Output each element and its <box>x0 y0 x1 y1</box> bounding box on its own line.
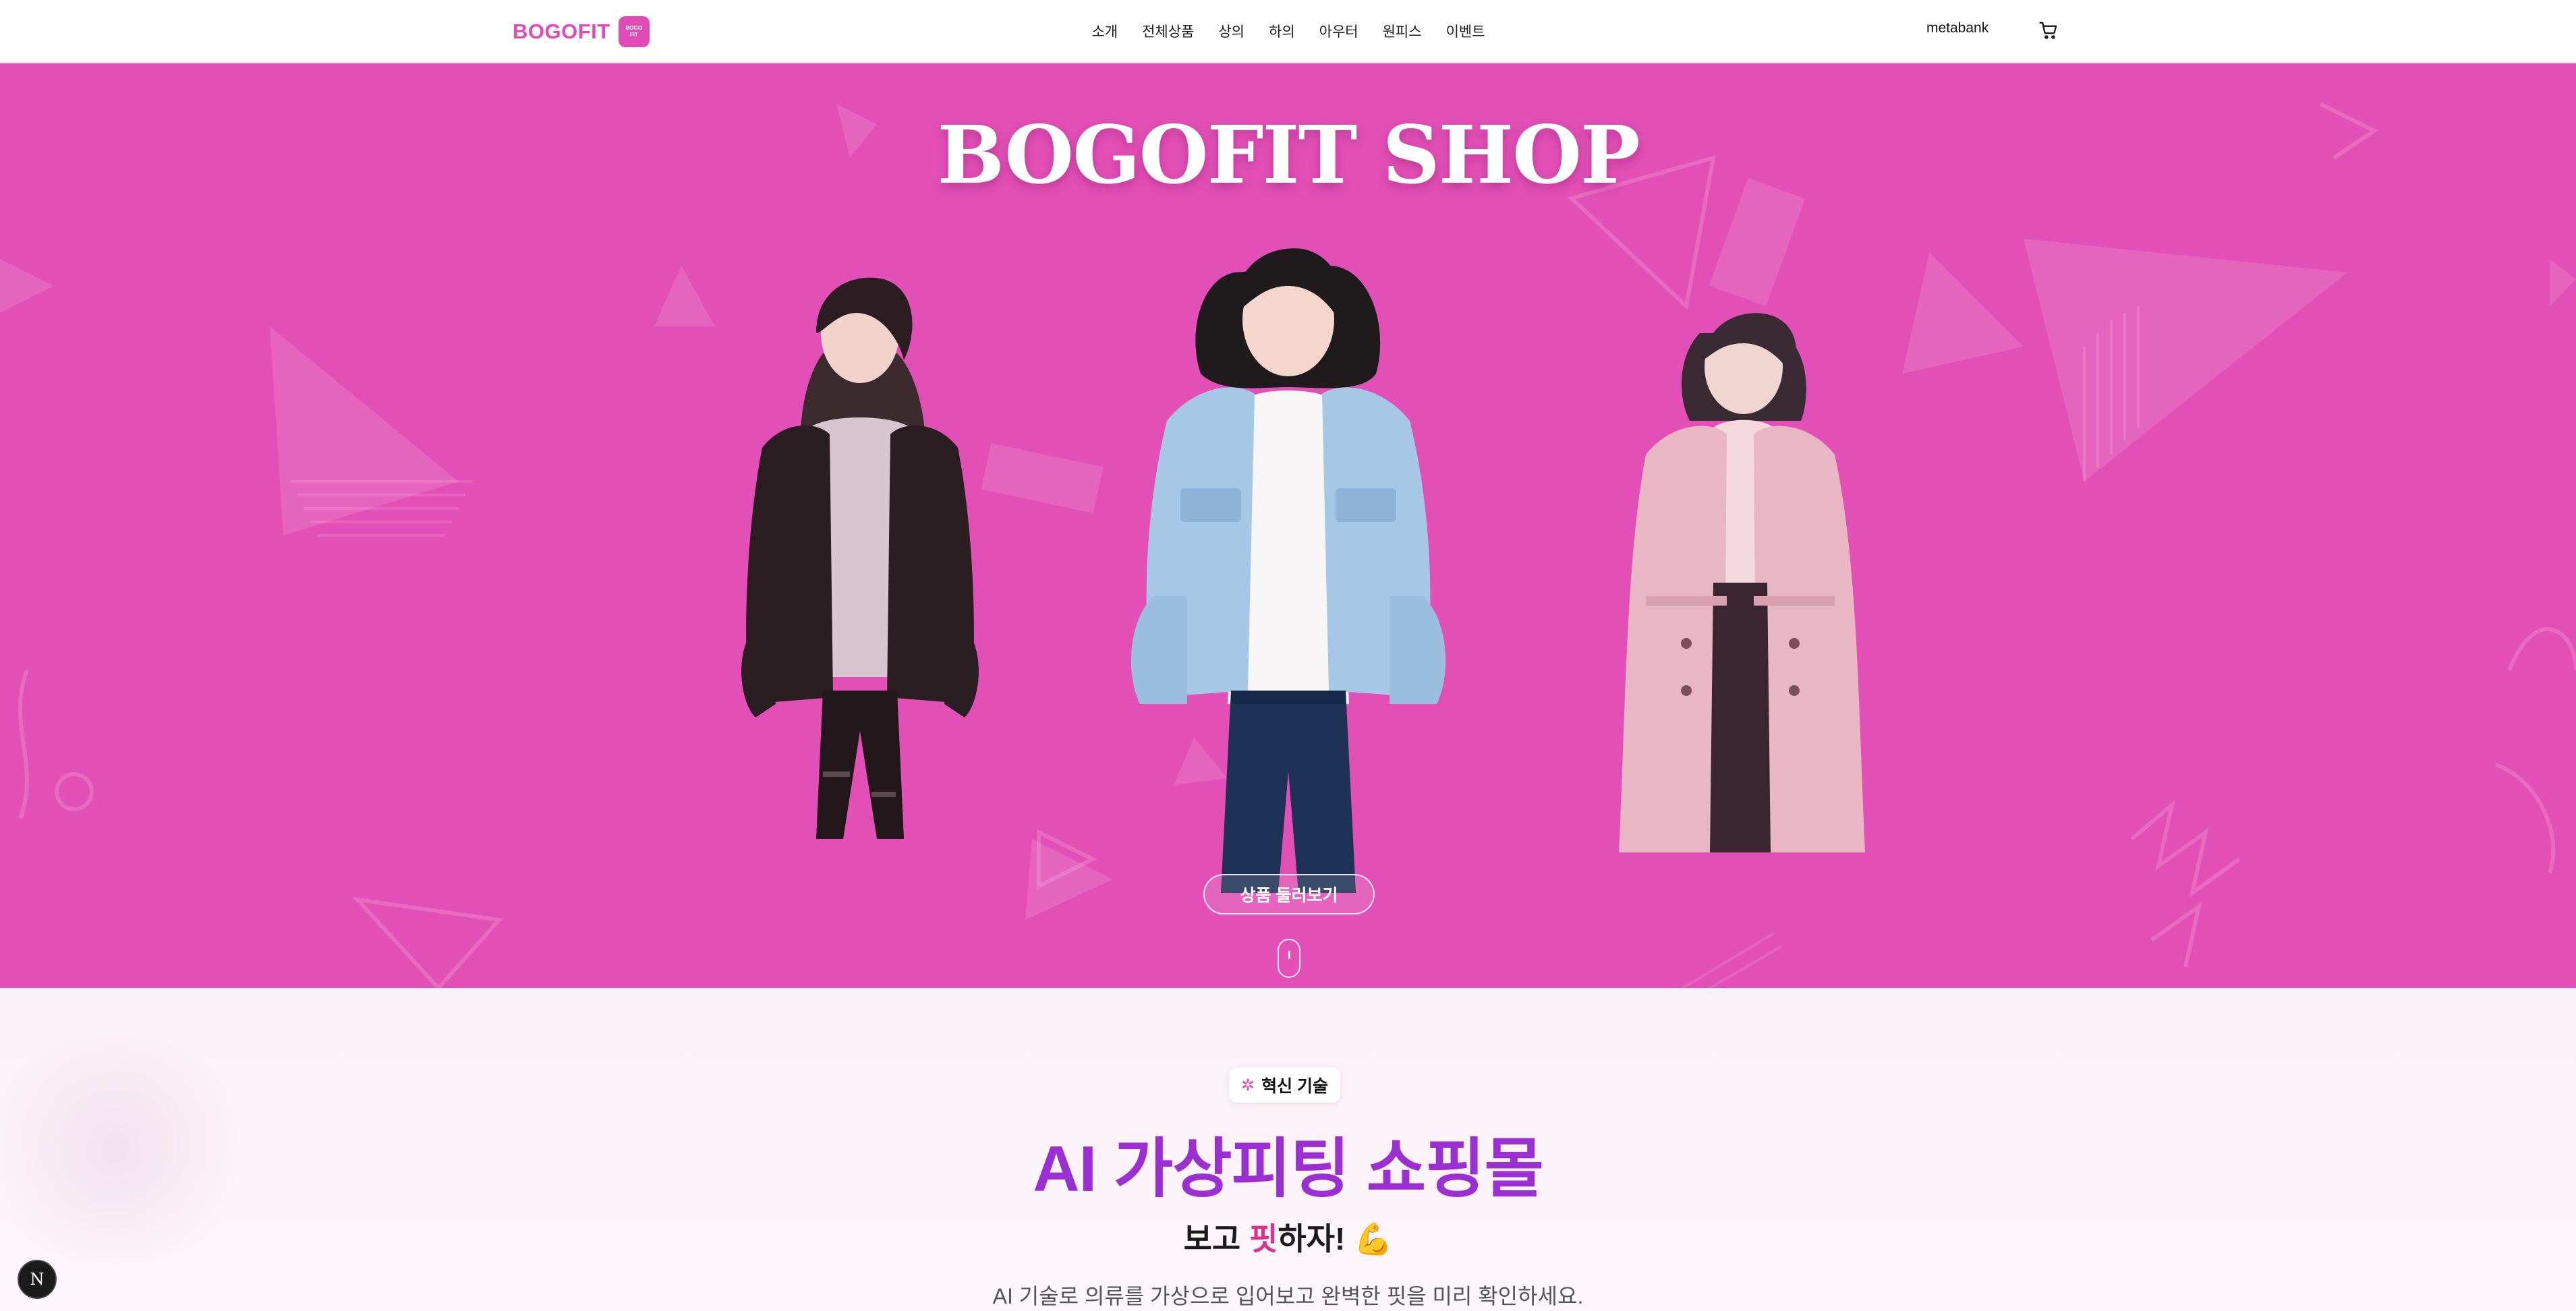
hero-banner: BOGOFIT SHOP 상품 둘러보기 <box>0 63 2576 988</box>
flexed-biceps-icon: 💪 <box>1354 1221 1393 1256</box>
menu-item-all-products[interactable]: 전체상품 <box>1142 21 1194 41</box>
innovation-tag: ✲ 혁신 기술 <box>1229 1068 1341 1103</box>
scroll-down-mouse-icon[interactable] <box>1278 939 1300 978</box>
menu-item-events[interactable]: 이벤트 <box>1446 21 1485 41</box>
model-leather-jacket-image <box>741 277 979 839</box>
feature-slogan: 보고 핏하자! 💪 <box>0 1215 2576 1259</box>
sparkle-icon: ✲ <box>1241 1076 1255 1095</box>
hero-title: BOGOFIT SHOP <box>937 108 1640 202</box>
slogan-suffix: 하자! <box>1278 1221 1346 1256</box>
cart-icon[interactable] <box>2038 20 2059 40</box>
menu-item-about[interactable]: 소개 <box>1091 21 1118 41</box>
brand-badge-bottom: FIT <box>629 32 638 38</box>
menu-item-bottoms[interactable]: 하의 <box>1269 21 1295 41</box>
brand-name: BOGOFIT <box>513 20 610 43</box>
menu-item-outer[interactable]: 아우터 <box>1319 21 1358 41</box>
menu-item-tops[interactable]: 상의 <box>1218 21 1244 41</box>
brand-badge-top: BOGO <box>625 25 642 31</box>
ai-fitting-feature-section: ✲ 혁신 기술 AI 가상피팅 쇼핑몰 보고 핏하자! 💪 AI 기술로 의류를… <box>0 988 2576 1311</box>
model-denim-jacket-image <box>1130 248 1446 893</box>
user-account-link[interactable]: metabank <box>1926 20 1988 36</box>
dev-tools-badge[interactable]: N <box>18 1260 57 1299</box>
innovation-tag-label: 혁신 기술 <box>1261 1077 1329 1096</box>
feature-description: AI 기술로 의류를 가상으로 입어보고 완벽한 핏을 미리 확인하세요. <box>992 1284 1584 1308</box>
slogan-prefix: 보고 <box>1183 1221 1250 1256</box>
menu-item-dresses[interactable]: 원피스 <box>1383 21 1422 41</box>
main-menu: 소개 전체상품 상의 하의 아우터 원피스 이벤트 <box>1079 0 1497 62</box>
model-pink-coat-image <box>1619 313 1865 852</box>
slogan-accent: 핏 <box>1249 1221 1278 1256</box>
feature-title: AI 가상피팅 쇼핑몰 <box>1033 1133 1544 1205</box>
brand-logo-link[interactable]: BOGOFIT BOGO FIT <box>513 15 650 49</box>
top-navigation-bar: BOGOFIT BOGO FIT 소개 전체상품 상의 하의 아우터 원피스 이… <box>0 0 2576 63</box>
brand-badge-icon: BOGO FIT <box>618 16 650 47</box>
browse-products-button[interactable]: 상품 둘러보기 <box>1203 874 1375 914</box>
